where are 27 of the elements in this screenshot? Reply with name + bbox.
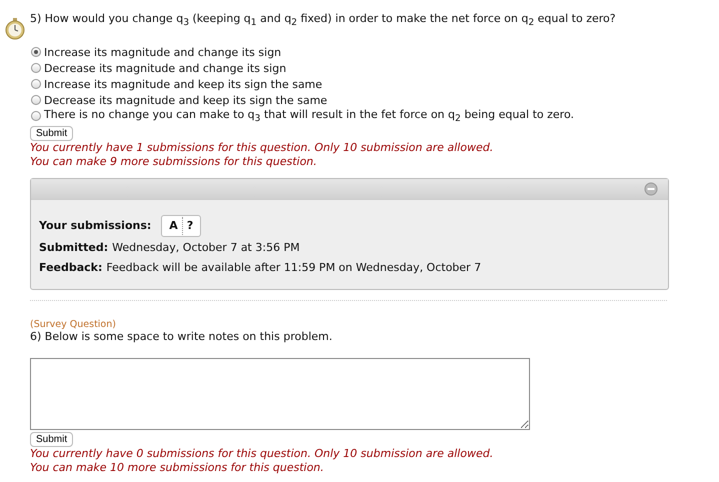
survey-tag: (Survey Question)	[30, 319, 690, 330]
radio-button[interactable]	[31, 63, 41, 74]
submissions-label: Your submissions:	[39, 218, 152, 234]
notes-field[interactable]	[30, 358, 530, 430]
submission-message: You currently have 0 submissions for this question. Only 10 submission are allowed.	[30, 447, 494, 462]
option-label[interactable]: Increase its magnitude and keep its sign the same	[44, 78, 322, 91]
stopwatch-icon	[5, 18, 25, 40]
option-label[interactable]: There is no change you can make to q$_{3}$ that will result in the fet force on q$_{2}$ being equal to zero.	[44, 108, 574, 124]
option-label[interactable]: Decrease its magnitude and change its sign	[44, 62, 286, 75]
option-label[interactable]: Decrease its magnitude and keep its sign the same	[44, 94, 328, 107]
option-label[interactable]: Increase its magnitude and change its sign	[44, 46, 282, 59]
submission-answer: A	[168, 218, 179, 234]
radio-button[interactable]	[31, 47, 41, 58]
radio-button[interactable]	[31, 111, 41, 122]
question-text: 5) How would you change q$_{3}$ (keeping q$_{1}$ and q$_{2}$ fixed) in order to make the net force on q$_{2}$ equal to zero?	[30, 12, 616, 30]
submitted-info: Submitted: Wednesday, October 7 at 3:56 PM	[39, 240, 301, 256]
submit-button[interactable]: Submit	[30, 126, 74, 142]
submission-message: You can make 10 more submissions for this question.	[30, 461, 325, 476]
feedback-info: Feedback: Feedback will be available after 11:59 PM on Wednesday, October 7	[39, 260, 482, 276]
question-text: 6) Below is some space to write notes on this problem.	[30, 330, 334, 344]
submission-message: You can make 9 more submissions for this question.	[30, 155, 318, 170]
radio-button[interactable]	[31, 79, 41, 90]
submission-answer: ?	[182, 217, 198, 236]
collapse-icon[interactable]	[644, 182, 658, 196]
submission-message: You currently have 1 submissions for this question. Only 10 submission are allowed.	[30, 141, 494, 156]
radio-button[interactable]	[31, 95, 41, 106]
submit-button[interactable]: Submit	[30, 432, 74, 448]
